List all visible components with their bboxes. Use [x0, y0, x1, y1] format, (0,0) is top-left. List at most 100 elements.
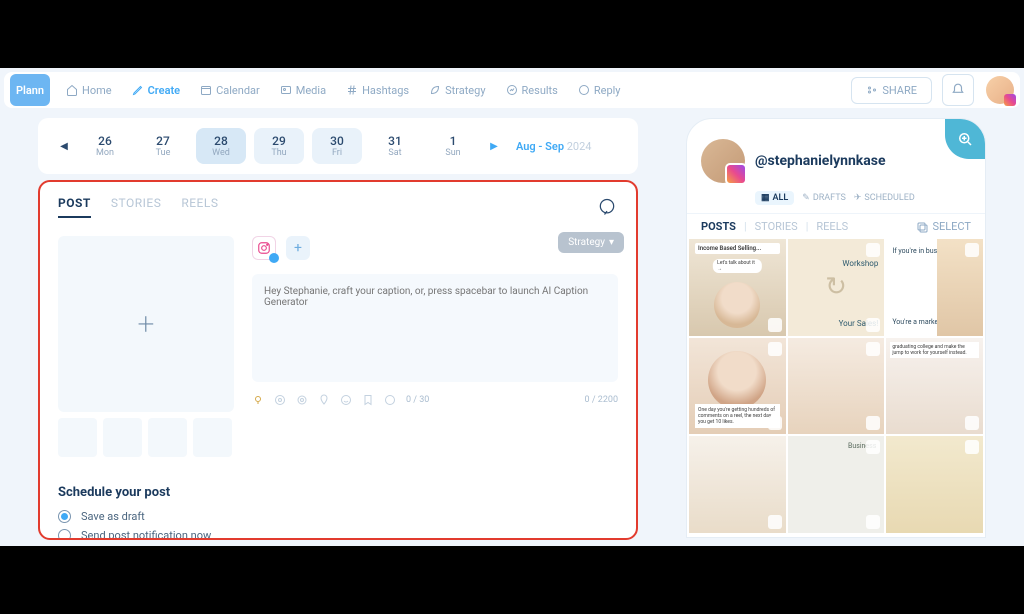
calendar-day[interactable]: 26Mon — [80, 128, 130, 164]
emoji-icon[interactable] — [340, 394, 352, 406]
chart-icon — [506, 84, 518, 96]
calendar-range[interactable]: Aug - Sep 2024 — [516, 140, 591, 153]
nav-reply[interactable]: Reply — [570, 80, 629, 101]
nav-results-label: Results — [522, 84, 558, 97]
nav-calendar[interactable]: Calendar — [192, 80, 268, 101]
radio-icon — [58, 529, 71, 540]
brand-logo: Plann — [10, 74, 50, 106]
media-slot[interactable] — [58, 418, 97, 457]
account-instagram[interactable] — [252, 236, 276, 260]
calendar-day-active[interactable]: 28Wed — [196, 128, 246, 164]
home-icon — [66, 84, 78, 96]
filter-drafts[interactable]: ✎DRAFTS — [802, 191, 846, 205]
user-avatar[interactable] — [986, 76, 1014, 104]
top-nav: Plann Home Create Calendar Media Hashtag… — [4, 72, 1020, 108]
caption-toolbar: 0 / 30 0 / 2200 — [252, 394, 618, 406]
grid-post[interactable]: If you're in businessYou're a marketer — [886, 239, 983, 336]
notifications-button[interactable] — [942, 74, 974, 106]
feed-preview: @stephanielynnkase ▦ALL ✎DRAFTS ✈SCHEDUL… — [686, 118, 986, 538]
calendar-day[interactable]: 31Sat — [370, 128, 420, 164]
lightbulb-icon[interactable] — [252, 394, 264, 406]
calendar-next-button[interactable]: ▶ — [486, 138, 502, 154]
preview-tab-stories[interactable]: STORIES — [755, 220, 798, 233]
chevron-down-icon: ▾ — [609, 237, 614, 248]
hashtag-counter: 0 / 30 — [406, 395, 429, 405]
add-account-button[interactable]: + — [286, 236, 310, 260]
nav-create[interactable]: Create — [124, 80, 189, 101]
select-button[interactable]: SELECT — [916, 220, 971, 233]
nav-strategy-label: Strategy — [445, 84, 485, 97]
nav-media[interactable]: Media — [272, 80, 334, 101]
nav-hashtags[interactable]: Hashtags — [338, 80, 417, 101]
hashtag-icon — [346, 84, 358, 96]
profile-avatar[interactable] — [701, 139, 745, 183]
date-selector: ◀ 26Mon 27Tue 28Wed 29Thu 30Fri 31Sat 1S… — [38, 118, 638, 174]
grid-post[interactable] — [886, 436, 983, 533]
media-slot[interactable] — [103, 418, 142, 457]
preview-grid: Income Based Selling...Let's talk about … — [687, 239, 985, 533]
grid-post[interactable] — [689, 436, 786, 533]
char-counter: 0 / 2200 — [585, 395, 618, 405]
tab-post[interactable]: POST — [58, 196, 91, 218]
nav-reply-label: Reply — [594, 84, 621, 97]
nav-home[interactable]: Home — [58, 80, 120, 101]
grid-post[interactable] — [788, 338, 885, 435]
select-icon — [916, 221, 928, 233]
profile-handle: @stephanielynnkase — [755, 153, 886, 169]
instagram-icon — [257, 241, 271, 255]
radio-icon — [58, 510, 71, 523]
nav-calendar-label: Calendar — [216, 84, 260, 97]
calendar-day[interactable]: 27Tue — [138, 128, 188, 164]
preview-tabs: POSTS| STORIES| REELS SELECT — [687, 213, 985, 239]
schedule-option-draft[interactable]: Save as draft — [58, 510, 618, 523]
nav-home-label: Home — [82, 84, 112, 97]
chat-button[interactable] — [594, 194, 620, 220]
filter-scheduled[interactable]: ✈SCHEDULED — [854, 191, 915, 205]
target-icon[interactable] — [296, 394, 308, 406]
grid-post[interactable]: graduating college and make the jump to … — [886, 338, 983, 435]
tab-reels[interactable]: REELS — [181, 196, 218, 218]
nav-strategy[interactable]: Strategy — [421, 80, 493, 101]
media-icon — [280, 84, 292, 96]
at-icon[interactable] — [274, 394, 286, 406]
pencil-icon — [132, 84, 144, 96]
share-label: SHARE — [882, 84, 917, 97]
magnify-icon — [956, 130, 974, 148]
calendar-day[interactable]: 1Sun — [428, 128, 478, 164]
media-slot[interactable] — [148, 418, 187, 457]
nav-media-label: Media — [296, 84, 326, 97]
schedule-option-notify[interactable]: Send post notification now — [58, 529, 618, 540]
grid-post[interactable]: ↻WorkshopYour Sales! — [788, 239, 885, 336]
calendar-day[interactable]: 29Thu — [254, 128, 304, 164]
reply-icon — [578, 84, 590, 96]
preview-tab-reels[interactable]: REELS — [816, 220, 848, 233]
filter-all[interactable]: ▦ALL — [755, 191, 794, 205]
hashtag-sm-icon[interactable] — [384, 394, 396, 406]
nav-results[interactable]: Results — [498, 80, 566, 101]
pin-icon[interactable] — [318, 394, 330, 406]
rocket-icon — [429, 84, 441, 96]
calendar-day[interactable]: 30Fri — [312, 128, 362, 164]
composer-tabs: POST STORIES REELS — [58, 196, 618, 218]
tab-stories[interactable]: STORIES — [111, 196, 161, 218]
media-uploader: + — [58, 236, 234, 457]
bell-icon — [951, 83, 965, 97]
content-filters: ▦ALL ✎DRAFTS ✈SCHEDULED — [687, 191, 985, 213]
grid-post[interactable]: Income Based Selling...Let's talk about … — [689, 239, 786, 336]
preview-tab-posts[interactable]: POSTS — [701, 220, 736, 233]
chat-icon — [597, 197, 617, 217]
grid-post[interactable]: Business — [788, 436, 885, 533]
post-composer: POST STORIES REELS + — [38, 180, 638, 540]
schedule-title: Schedule your post — [58, 485, 618, 500]
calendar-prev-button[interactable]: ◀ — [56, 138, 72, 154]
bookmark-icon[interactable] — [362, 394, 374, 406]
caption-input[interactable] — [252, 274, 618, 382]
calendar-icon — [200, 84, 212, 96]
media-slot[interactable] — [193, 418, 232, 457]
plus-icon: + — [138, 307, 155, 342]
share-icon — [866, 84, 878, 96]
strategy-dropdown[interactable]: Strategy▾ — [558, 232, 624, 253]
share-button[interactable]: SHARE — [851, 77, 932, 104]
add-media-button[interactable]: + — [58, 236, 234, 412]
grid-post[interactable]: One day you're getting hundreds of comme… — [689, 338, 786, 435]
